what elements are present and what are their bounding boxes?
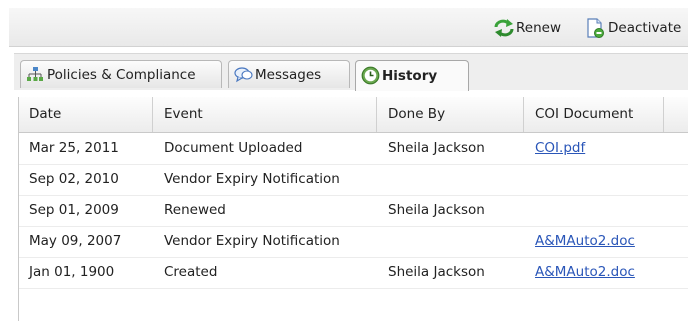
cell-date: Jan 01, 1900: [29, 264, 115, 280]
table-row[interactable]: Sep 02, 2010 Vendor Expiry Notification: [19, 164, 688, 196]
coi-document-link[interactable]: A&MAuto2.doc: [535, 264, 635, 280]
tab-messages[interactable]: Messages: [228, 60, 350, 88]
tab-label: Messages: [255, 66, 322, 83]
renew-arrows-icon: [493, 18, 514, 38]
deactivate-document-icon: [585, 18, 605, 38]
column-header-spacer: [665, 97, 688, 132]
column-header-coi-document[interactable]: COI Document: [525, 97, 664, 132]
table-row[interactable]: May 09, 2007 Vendor Expiry Notification …: [19, 226, 688, 258]
renew-button[interactable]: Renew: [493, 18, 561, 38]
coi-document-link[interactable]: COI.pdf: [535, 140, 585, 156]
speech-bubbles-icon: [234, 66, 253, 84]
cell-coi-document: COI.pdf: [525, 133, 664, 164]
table-row[interactable]: Jan 01, 1900 Created Sheila Jackson A&MA…: [19, 257, 688, 289]
tab-label: History: [382, 68, 438, 84]
coi-document-link[interactable]: A&MAuto2.doc: [535, 233, 635, 249]
cell-coi-document: [525, 164, 664, 195]
tab-strip: Policies & Compliance Messages History: [14, 53, 688, 91]
deactivate-button[interactable]: Deactivate: [585, 18, 681, 38]
cell-coi-document: [525, 195, 664, 226]
history-grid: Date Event Done By COI Document Mar 25, …: [18, 97, 688, 321]
table-row[interactable]: Mar 25, 2011 Document Uploaded Sheila Ja…: [19, 133, 688, 165]
table-row[interactable]: Sep 01, 2009 Renewed Sheila Jackson: [19, 195, 688, 227]
cell-event: Document Uploaded: [164, 140, 303, 156]
tab-history[interactable]: History: [355, 60, 469, 91]
org-chart-icon: [26, 66, 44, 84]
column-header-event[interactable]: Event: [154, 97, 377, 132]
cell-done-by: Sheila Jackson: [388, 202, 485, 218]
grid-header: Date Event Done By COI Document: [19, 97, 688, 133]
cell-coi-document: A&MAuto2.doc: [525, 226, 664, 257]
column-header-done-by[interactable]: Done By: [378, 97, 524, 132]
cell-date: May 09, 2007: [29, 233, 122, 249]
cell-event: Vendor Expiry Notification: [164, 233, 340, 249]
cell-event: Created: [164, 264, 218, 280]
cell-date: Mar 25, 2011: [29, 140, 119, 156]
column-header-date[interactable]: Date: [19, 97, 153, 132]
cell-event: Renewed: [164, 202, 226, 218]
renew-label: Renew: [516, 20, 561, 36]
cell-done-by: [378, 164, 524, 195]
toolbar: Renew Deactivate: [9, 8, 688, 47]
tab-policies-compliance[interactable]: Policies & Compliance: [20, 60, 222, 88]
cell-done-by: [378, 226, 524, 257]
clock-icon: [361, 66, 380, 85]
cell-done-by: Sheila Jackson: [388, 140, 485, 156]
cell-date: Sep 01, 2009: [29, 202, 119, 218]
deactivate-label: Deactivate: [608, 20, 682, 36]
cell-date: Sep 02, 2010: [29, 171, 119, 187]
cell-done-by: Sheila Jackson: [388, 264, 485, 280]
cell-event: Vendor Expiry Notification: [164, 171, 340, 187]
tab-label: Policies & Compliance: [47, 66, 196, 83]
cell-coi-document: A&MAuto2.doc: [525, 257, 664, 288]
